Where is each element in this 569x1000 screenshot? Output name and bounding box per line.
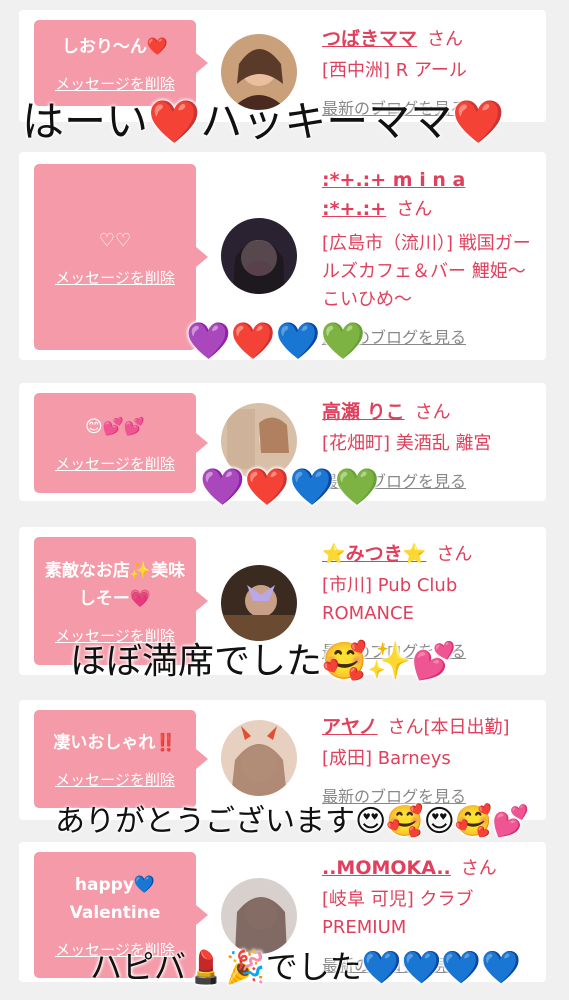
shop-name: [西中洲] R アール <box>322 60 467 81</box>
overlay-hearts: 💜❤️💙💚 <box>200 467 380 508</box>
message-text: happy💙 Valentine <box>69 874 161 923</box>
overlay-caption: ありがとうございます😍🥰😍🥰💕 <box>55 804 530 839</box>
shop-name: [広島市（流川）] 戦国ガールズカフェ＆バー 鯉姫〜こいひめ〜 <box>322 233 531 310</box>
user-name-link[interactable]: ..MOMOKA.. <box>322 857 451 879</box>
user-name-link[interactable]: ⭐みつき⭐ <box>322 543 426 565</box>
honorific: さん <box>436 544 473 565</box>
shop-name: [岐阜 可児] クラブ PREMIUM <box>322 889 474 938</box>
message-text: しおり〜ん❤️ <box>61 36 169 57</box>
message-text: ♡♡ <box>98 229 132 251</box>
shop-name: [成田] Barneys <box>322 748 451 769</box>
message-bubble: 凄いおしゃれ‼️ メッセージを削除 <box>34 710 208 808</box>
shop-name: [市川] Pub Club ROMANCE <box>322 575 458 624</box>
honorific: さん <box>460 858 497 879</box>
avatar[interactable] <box>221 720 297 796</box>
avatar[interactable] <box>221 565 297 641</box>
message-bubble: 😊💕💕 メッセージを削除 <box>34 393 208 493</box>
honorific: さん <box>396 199 433 220</box>
overlay-caption: はーい❤️ハッキーママ❤️ <box>22 97 505 146</box>
user-info: アヤノ さん[本日出勤] [成田] Barneys 最新のブログを見る <box>322 712 536 807</box>
user-name-link[interactable]: つばきママ <box>322 28 417 50</box>
message-text: 凄いおしゃれ‼️ <box>53 732 177 753</box>
message-bubble: ♡♡ メッセージを削除 <box>34 164 208 350</box>
overlay-caption: ほぼ満席でした🥰✨💕 <box>70 641 457 682</box>
user-name-link[interactable]: :*+.:+ m i n a :*+.:+ <box>322 169 465 220</box>
overlay-hearts: 💜❤️💙💚 <box>186 321 366 362</box>
avatar[interactable] <box>221 218 297 294</box>
delete-message-link[interactable]: メッセージを削除 <box>55 267 175 288</box>
message-text: 素敵なお店✨美味しそー💗 <box>44 560 186 609</box>
honorific: さん[本日出勤] <box>387 717 510 738</box>
honorific: さん <box>427 29 464 50</box>
user-name-link[interactable]: アヤノ <box>322 716 377 738</box>
message-text: 😊💕💕 <box>84 416 146 437</box>
user-name-link[interactable]: 高瀬 りこ <box>322 401 405 423</box>
honorific: さん <box>414 402 451 423</box>
delete-message-link[interactable]: メッセージを削除 <box>55 769 175 790</box>
delete-message-link[interactable]: メッセージを削除 <box>55 453 175 474</box>
shop-name: [花畑町] 美酒乱 離宮 <box>322 433 492 454</box>
overlay-caption: ハピバ💄🎉でした💙💙💙💙 <box>90 948 522 986</box>
